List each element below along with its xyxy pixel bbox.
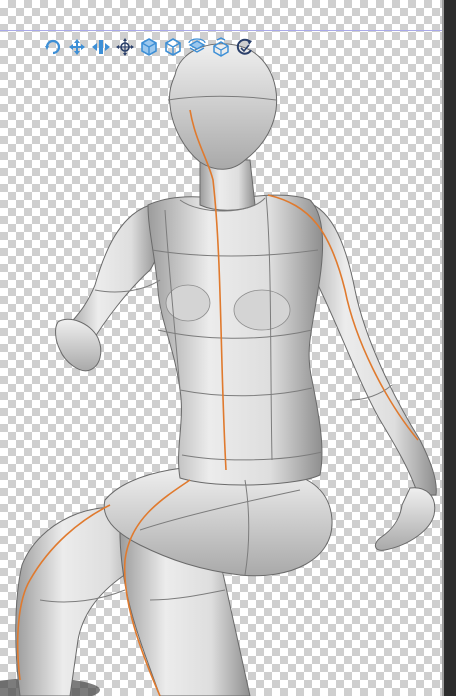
right-breast xyxy=(233,289,291,331)
canvas-area[interactable] xyxy=(0,0,444,696)
rotate-object-icon[interactable] xyxy=(138,36,160,58)
move-object-icon[interactable] xyxy=(114,36,136,58)
rotate-object-screen-icon[interactable] xyxy=(162,36,184,58)
reset-pose-icon[interactable] xyxy=(234,36,256,58)
rotate-object-free-icon[interactable] xyxy=(210,36,232,58)
head xyxy=(169,43,278,170)
3d-mannequin-model[interactable] xyxy=(0,0,444,696)
3d-object-toolbar xyxy=(42,35,256,59)
rotate-object-view-icon[interactable] xyxy=(186,36,208,58)
camera-pan-icon[interactable] xyxy=(66,36,88,58)
camera-rotate-icon[interactable] xyxy=(42,36,64,58)
camera-dolly-icon[interactable] xyxy=(90,36,112,58)
right-hand xyxy=(374,487,436,551)
right-panel-edge[interactable] xyxy=(444,0,456,696)
torso xyxy=(147,194,324,486)
